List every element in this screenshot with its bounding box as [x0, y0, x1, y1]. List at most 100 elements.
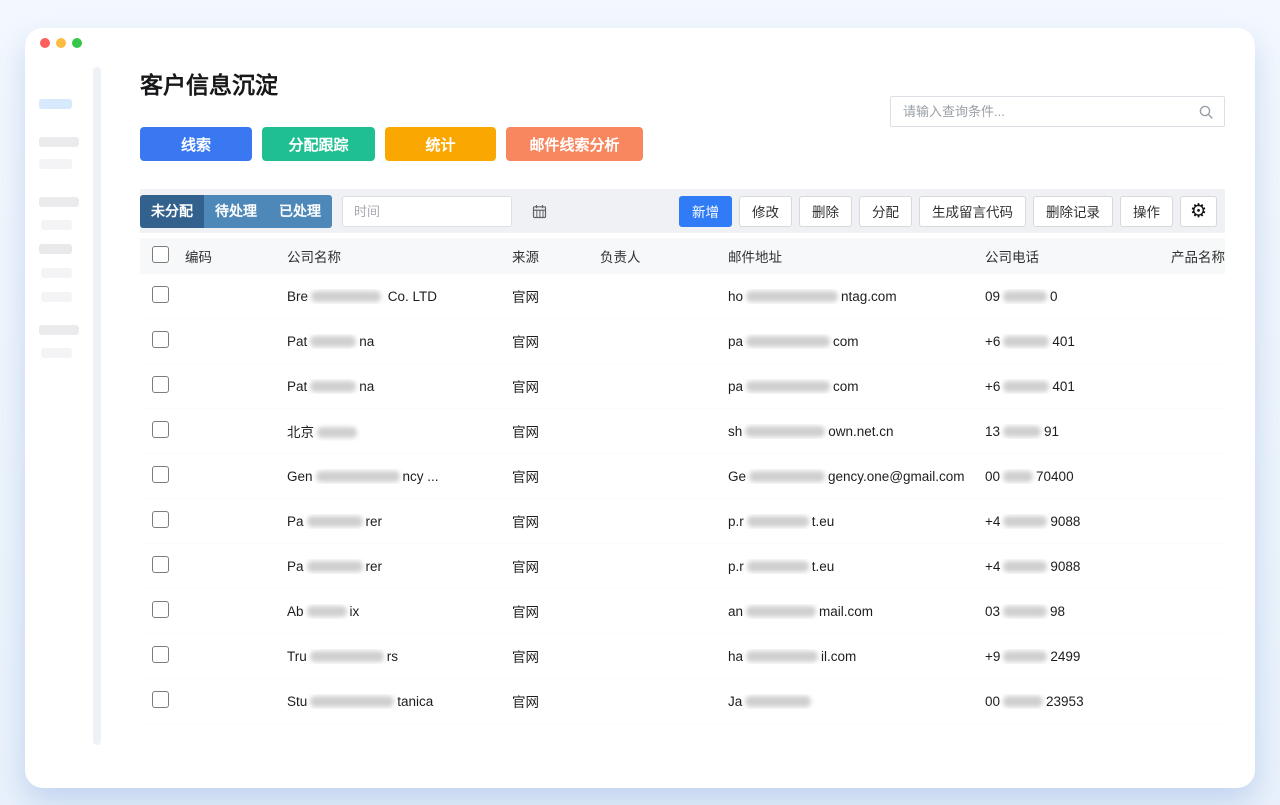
table-row[interactable]: Gen ncy ... 官网 Ge gency.one@gmail.com 00 70…	[140, 454, 1225, 499]
sidebar-item[interactable]	[39, 159, 72, 169]
add-button[interactable]: 新增	[679, 195, 732, 227]
redacted-text	[746, 560, 809, 572]
cell-company-name: Bre Co. LTD	[287, 288, 438, 304]
operate-button[interactable]: 操作	[1120, 195, 1173, 227]
cell-phone: +4 9088	[985, 558, 1081, 574]
cell-email: ha il.com	[728, 648, 857, 664]
header-source: 来源	[512, 250, 539, 265]
cell-phone: 13 91	[985, 423, 1060, 439]
zoom-window-icon[interactable]	[72, 38, 82, 48]
cell-company-name: Pat na	[287, 378, 375, 394]
sidebar-item[interactable]	[41, 220, 72, 230]
cell-source: 官网	[512, 560, 539, 575]
sidebar-item[interactable]	[41, 292, 72, 302]
row-checkbox[interactable]	[152, 376, 169, 393]
table-row[interactable]: Pat na 官网 pa com +6 401	[140, 364, 1225, 409]
sidebar-item[interactable]	[39, 244, 72, 254]
cell-phone: +6 401	[985, 378, 1075, 394]
app-window: 客户信息沉淀 线索 分配跟踪 统计 邮件线索分析 未分配 待处理 已处理 新增 …	[25, 28, 1255, 788]
minimize-window-icon[interactable]	[56, 38, 66, 48]
cell-email: sh own.net.cn	[728, 423, 894, 439]
redacted-text	[309, 650, 384, 662]
select-all-checkbox[interactable]	[152, 246, 169, 263]
cell-email: pa com	[728, 333, 859, 349]
calendar-icon[interactable]	[532, 204, 547, 219]
tab-unassigned[interactable]: 未分配	[140, 194, 204, 228]
cell-company-name: 北京	[287, 421, 512, 441]
redacted-text	[746, 650, 819, 662]
redacted-text	[306, 560, 363, 572]
cell-phone: 09 0	[985, 288, 1058, 304]
row-checkbox[interactable]	[152, 421, 169, 438]
redacted-text	[745, 695, 812, 707]
status-tabs: 未分配 待处理 已处理	[140, 194, 332, 228]
row-checkbox[interactable]	[152, 286, 169, 303]
cell-email: pa com	[728, 378, 859, 394]
sidebar-divider	[93, 67, 101, 745]
redacted-text	[306, 515, 363, 527]
delete-record-button[interactable]: 删除记录	[1033, 195, 1113, 227]
row-checkbox[interactable]	[152, 691, 169, 708]
cell-source: 官网	[512, 290, 539, 305]
table-row[interactable]: Pa rer 官网 p.r t.eu +4 9088	[140, 499, 1225, 544]
redacted-text	[746, 290, 839, 302]
table-row[interactable]: Pat na 官网 pa com +6 401	[140, 319, 1225, 364]
table-row[interactable]: Ab ix 官网 an mail.com 03 98	[140, 589, 1225, 634]
cell-email: Ge gency.one@gmail.com	[728, 468, 965, 484]
tab-pending[interactable]: 待处理	[204, 194, 268, 228]
cell-company-name: Gen ncy ...	[287, 468, 439, 484]
generate-message-code-button[interactable]: 生成留言代码	[919, 195, 1026, 227]
table-row[interactable]: 北京 官网 sh own.net.cn 13 91	[140, 409, 1225, 454]
table-row[interactable]: Bre Co. LTD 官网 ho ntag.com 09 0	[140, 274, 1225, 319]
settings-button[interactable]: ⚙	[1180, 195, 1217, 227]
sidebar-item[interactable]	[41, 348, 72, 358]
search-input[interactable]	[901, 103, 1198, 120]
redacted-text	[1003, 605, 1048, 617]
date-input[interactable]	[352, 202, 532, 220]
assign-button[interactable]: 分配	[859, 195, 912, 227]
row-checkbox[interactable]	[152, 466, 169, 483]
edit-button[interactable]: 修改	[739, 195, 792, 227]
search-icon[interactable]	[1198, 104, 1214, 120]
redacted-text	[311, 290, 382, 302]
redacted-text	[746, 380, 831, 392]
cell-phone: +6 401	[985, 333, 1075, 349]
email-lead-analysis-button[interactable]: 邮件线索分析	[506, 127, 643, 161]
row-checkbox[interactable]	[152, 331, 169, 348]
sidebar-item[interactable]	[41, 268, 72, 278]
cell-source: 官网	[512, 605, 539, 620]
redacted-text	[315, 470, 400, 482]
statistics-button[interactable]: 统计	[385, 127, 496, 161]
assign-track-button[interactable]: 分配跟踪	[262, 127, 375, 161]
table-row[interactable]: Stu tanica 官网 Ja 00 23953	[140, 679, 1225, 724]
cell-phone: +9 2499	[985, 648, 1081, 664]
close-window-icon[interactable]	[40, 38, 50, 48]
table-row[interactable]: Pa rer 官网 p.r t.eu +4 9088	[140, 544, 1225, 589]
row-checkbox[interactable]	[152, 601, 169, 618]
table-row[interactable]: Tru rs 官网 ha il.com +9 2499	[140, 634, 1225, 679]
redacted-text	[1003, 695, 1044, 707]
cell-company-name: Pa rer	[287, 513, 383, 529]
row-checkbox[interactable]	[152, 556, 169, 573]
cell-company-name: Stu tanica	[287, 693, 434, 709]
cell-source: 官网	[512, 425, 539, 440]
redacted-text	[746, 335, 831, 347]
redacted-text	[1003, 380, 1050, 392]
row-checkbox[interactable]	[152, 511, 169, 528]
redacted-text	[306, 605, 347, 617]
redacted-text	[1003, 290, 1048, 302]
cell-email: Ja	[728, 694, 985, 709]
sidebar-item[interactable]	[39, 197, 79, 207]
leads-button[interactable]: 线索	[140, 127, 252, 161]
redacted-text	[745, 425, 826, 437]
sidebar-item[interactable]	[39, 137, 79, 147]
cell-source: 官网	[512, 380, 539, 395]
redacted-text	[317, 427, 357, 438]
date-filter	[342, 195, 547, 227]
delete-button[interactable]: 删除	[799, 195, 852, 227]
tab-processed[interactable]: 已处理	[268, 194, 332, 228]
row-checkbox[interactable]	[152, 646, 169, 663]
sidebar-item-active[interactable]	[39, 99, 72, 109]
redacted-text	[310, 380, 357, 392]
sidebar-item[interactable]	[39, 325, 79, 335]
